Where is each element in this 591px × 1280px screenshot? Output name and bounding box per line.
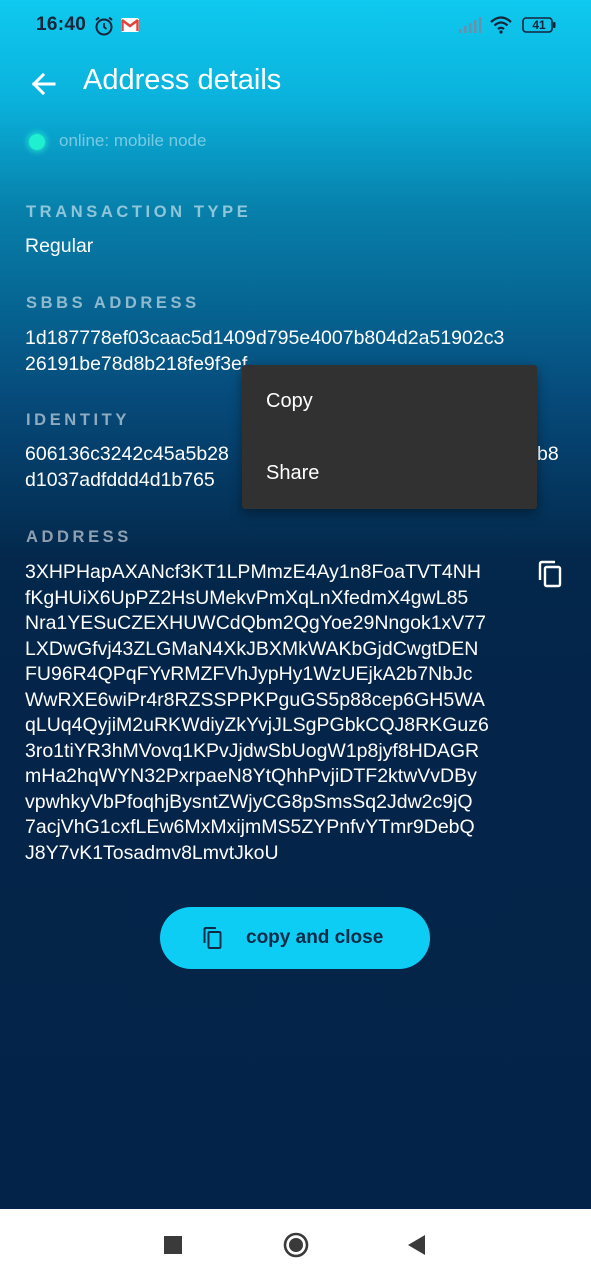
identity-label: IDENTITY [26, 411, 130, 429]
home-circle-icon[interactable] [283, 1232, 309, 1258]
menu-item-share[interactable]: Share [242, 437, 537, 509]
recents-square-icon[interactable] [164, 1236, 182, 1254]
system-nav-bar [0, 1209, 591, 1280]
back-triangle-icon[interactable] [406, 1233, 426, 1257]
address-line: 3ro1tiYR3hMVovq1KPvJjdwSbUogW1p8jyf8HDAG… [25, 739, 480, 762]
address-line: mHa2hqWYN32PxrpaeN8YtQhhPvjiDTF2ktwVvDBy [25, 765, 477, 787]
address-line: LXDwGfvj43ZLGMaN4XkJBXMkWAKbGjdCwgtDEN [25, 637, 479, 660]
address-line: FU96R4QPqFYvRMZFVhJypHy1WzUEjkA2b7NbJc [25, 663, 473, 685]
address-line: fKgHUiX6UpPZ2HsUMekvPmXqLnXfedmX4gwL85 [25, 586, 469, 609]
address-line: qLUq4QyjiM2uRKWdiyZkYvjJLSgPGbkCQJ8RKGuz… [25, 714, 489, 736]
address-details-screen: 16:40 41 Address details online: mobile … [0, 0, 591, 1209]
address-line: J8Y7vK1Tosadmv8LmvtJkoU [25, 841, 279, 864]
page-title: Address details [83, 64, 282, 96]
address-label: ADDRESS [26, 528, 132, 546]
address-line: 7acjVhG1cxfLEw6MxMxijmMS5ZYPnfvYTmr9DebQ [25, 816, 475, 838]
address-line: WwRXE6wiPr4r8RZSSPPKPguGS5p88cep6GH5WA [25, 688, 485, 711]
menu-item-label: Copy [266, 390, 313, 412]
address-line: vpwhkyVbPfoqhjBysntZWjyCG8pSmsSq2Jdw2c9j… [25, 790, 473, 813]
gmail-icon [121, 18, 139, 32]
transaction-type-label: TRANSACTION TYPE [26, 203, 252, 221]
address-value[interactable]: 3XHPHapAXANcf3KT1LPMmzE4Ay1n8FoaTVT4NH f… [25, 560, 489, 866]
copy-icon[interactable] [536, 559, 564, 589]
alarm-icon [95, 16, 113, 36]
sbbs-address-line: 1d187778ef03caac5d1409d795e4007b804d2a51… [25, 327, 505, 349]
copy-icon [203, 927, 222, 949]
online-status-text: online: mobile node [59, 131, 207, 150]
status-bar: 16:40 41 [0, 0, 591, 52]
signal-icon [459, 17, 482, 33]
transaction-type-value: Regular [25, 235, 94, 257]
context-menu: Copy Share [242, 365, 537, 509]
copy-and-close-button[interactable]: copy and close [160, 907, 430, 969]
identity-value-start[interactable]: 606136c3242c45a5b28 d1037adfddd4d1b765 [25, 442, 229, 493]
arrow-left-icon[interactable] [26, 66, 62, 102]
copy-and-close-label: copy and close [246, 927, 384, 948]
status-time: 16:40 [36, 14, 87, 35]
identity-line: d1037adfddd4d1b765 [25, 468, 215, 491]
menu-item-label: Share [266, 462, 320, 484]
wifi-icon [490, 16, 512, 34]
identity-value-end: b8 [537, 443, 559, 465]
address-line: Nra1YESuCZEXHUWCdQbm2QgYoe29Nngok1xV77 [25, 612, 487, 634]
menu-item-copy[interactable]: Copy [242, 365, 537, 437]
address-line: 3XHPHapAXANcf3KT1LPMmzE4Ay1n8FoaTVT4NH [25, 561, 481, 583]
battery-level: 41 [532, 18, 546, 32]
sbbs-address-label: SBBS ADDRESS [26, 294, 200, 312]
online-status-dot [29, 134, 45, 150]
identity-line: 606136c3242c45a5b28 [25, 443, 229, 465]
